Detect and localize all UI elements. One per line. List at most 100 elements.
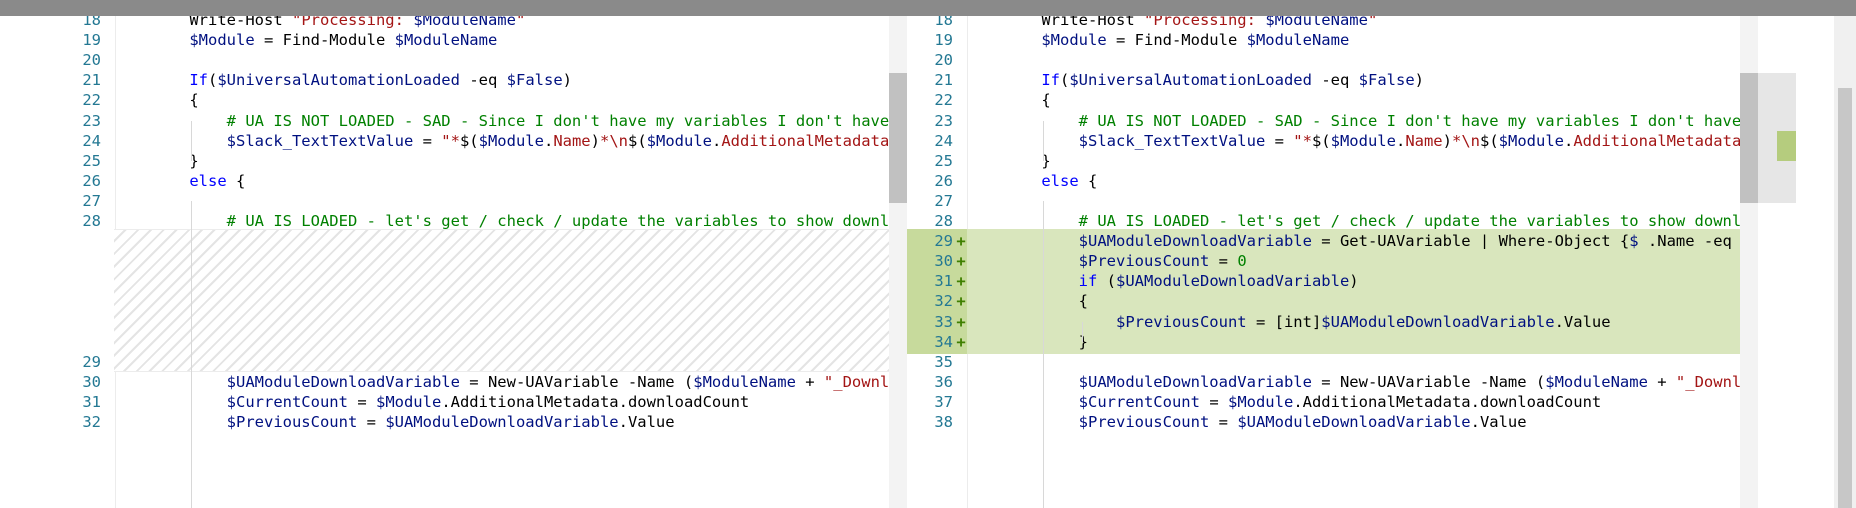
code-token: = Find-Module [1106,31,1247,49]
code-token: $Module [478,132,544,150]
code-token: $UAModuleDownloadVariable [385,413,619,431]
code-token: $ModuleName [1246,31,1350,49]
code-token: $Slack_TextTextValue [1078,132,1266,150]
code-token: $PreviousCount [1078,252,1210,270]
code-token: else [189,172,227,190]
code-token: . [1563,132,1574,150]
code-token: { [152,91,199,109]
code-token: = Find-Module [254,31,395,49]
code-token: .Value [1470,413,1527,431]
code-token: . [711,132,722,150]
code-token: # UA IS NOT LOADED - SAD - Since I don't… [152,112,907,130]
code-token: $Module [375,393,442,411]
code-token: = [357,413,386,431]
code-token: .Value [1554,313,1611,331]
indent-guide [1043,121,1044,161]
code-token: $( [1311,132,1331,150]
code-token: = [1265,132,1294,150]
code-token: = [1209,413,1238,431]
code-token: $ModuleName [394,31,498,49]
code-token: $PreviousCount [1078,413,1210,431]
code-token: $Module [1330,132,1396,150]
code-text: $PreviousCount = $UAModuleDownloadVariab… [152,410,675,434]
modified-scrollbar-thumb[interactable] [1740,73,1758,203]
code-token: .Value [618,413,675,431]
code-token: $UniversalAutomationLoaded [217,71,460,89]
code-token: $Module [189,31,255,49]
code-token: If [1041,71,1060,89]
code-token: ) [1414,71,1424,89]
code-token: $( [627,132,647,150]
dialog-scrollbar-thumb[interactable] [1838,88,1852,508]
code-token: + [1647,373,1676,391]
code-token: If [189,71,208,89]
code-line[interactable]: 28 # UA IS LOADED - let's get / check / … [55,209,907,233]
code-text: $PreviousCount = $UAModuleDownloadVariab… [1004,410,1527,434]
code-token: *\n [599,132,628,150]
code-token: { [226,172,246,190]
diff-dialog: 18 Write-Host "Processing: $ModuleName" 1… [0,16,1856,508]
code-token: ( [1060,71,1070,89]
code-token: $UniversalAutomationLoaded [1069,71,1312,89]
modified-editor-pane[interactable]: 18 Write-Host "Processing: $ModuleName" 1… [907,16,1758,508]
code-token: if [1078,272,1098,290]
code-token: . [543,132,554,150]
line-number: 38 [934,413,953,431]
code-token: "* [441,132,460,150]
code-token: ) [590,132,600,150]
original-scrollbar-thumb[interactable] [889,73,907,203]
code-token: $Module [646,132,712,150]
code-token: + [795,373,824,391]
code-token: $Module [1227,393,1294,411]
code-token: # UA IS NOT LOADED - SAD - Since I don't… [1004,112,1758,130]
code-token: $UAModuleDownloadVariable [1237,413,1471,431]
code-token: ) [1349,272,1359,290]
code-token: $UAModuleDownloadVariable [1321,313,1555,331]
code-line[interactable]: 38 $PreviousCount = $UAModuleDownloadVar… [907,410,1758,434]
overview-added-marker [1777,131,1796,161]
line-number: 32 [82,413,101,431]
code-token: $ModuleName [1545,373,1648,391]
code-token: # UA IS LOADED - let's get / check / upd… [1004,212,1758,230]
code-token: ) [1442,132,1452,150]
code-token: = Get-UAVariable | Where-Object { [1311,232,1630,250]
code-token: ) [562,71,572,89]
code-token: $CurrentCount [1078,393,1200,411]
original-editor-pane[interactable]: 18 Write-Host "Processing: $ModuleName" 1… [55,16,907,508]
code-line[interactable]: 32 $PreviousCount = $UAModuleDownloadVar… [55,410,907,434]
code-token: $_ [1629,232,1648,250]
code-token: AdditionalMetadata [1573,132,1742,150]
code-token: = New-UAVariable -Name ( [1311,373,1546,391]
code-token: Name [1405,132,1443,150]
code-token: . [1395,132,1406,150]
code-text: # UA IS LOADED - let's get / check / upd… [152,209,907,233]
code-token: $PreviousCount [226,413,358,431]
code-token: -eq [459,71,507,89]
code-token: $CurrentCount [226,393,348,411]
code-token: $UAModuleDownloadVariable [1078,232,1312,250]
code-token: 0 [1237,252,1247,270]
code-token: = [413,132,442,150]
code-token: .AdditionalMetadata.downloadCount [1293,393,1602,411]
code-token: $False [1358,71,1415,89]
code-token: $False [506,71,563,89]
code-token: ( [1097,272,1116,290]
code-token: ( [208,71,218,89]
code-token: = [1209,252,1238,270]
code-token: $UAModuleDownloadVariable [1078,373,1312,391]
code-token: # UA IS LOADED - let's get / check / upd… [152,212,907,230]
code-token: $Slack_TextTextValue [226,132,414,150]
code-token: $PreviousCount [1115,313,1247,331]
